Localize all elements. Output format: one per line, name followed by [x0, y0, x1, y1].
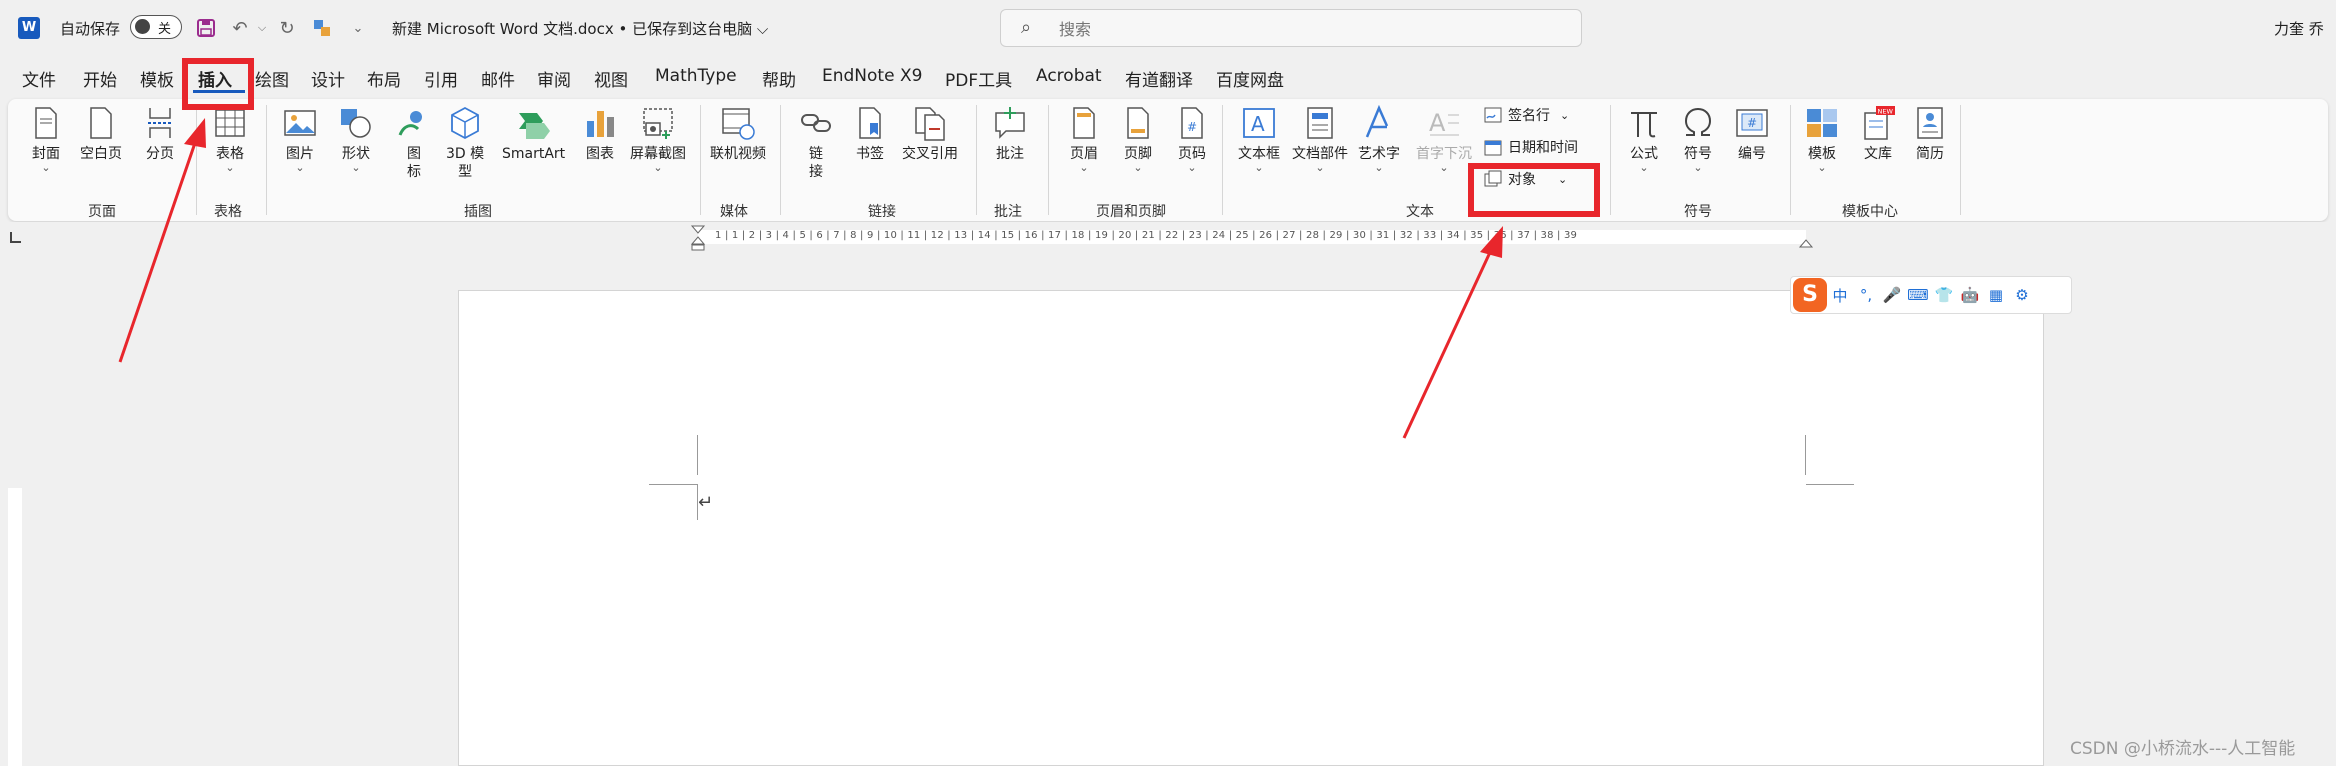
annotation-arrow	[118, 139, 198, 363]
arrowhead-icon	[1480, 226, 1503, 258]
watermark-text: CSDN @小桥流水---人工智能	[2070, 739, 2296, 759]
annotation-arrows	[118, 118, 1503, 439]
annotation-arrow	[1402, 247, 1494, 439]
arrowhead-icon	[184, 118, 206, 148]
word-window: W 自动保存 关 ↶ ⌵ ↻ ⌄ 新建 Microsoft Word 文档.do…	[0, 0, 2336, 766]
